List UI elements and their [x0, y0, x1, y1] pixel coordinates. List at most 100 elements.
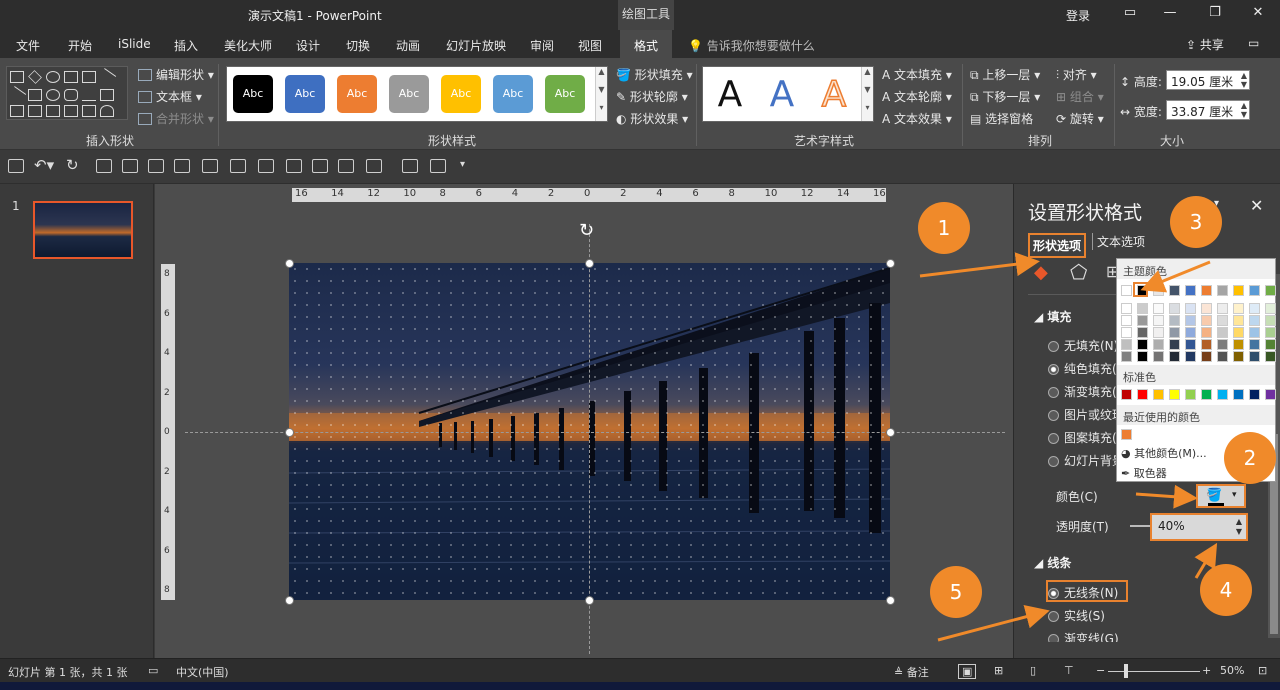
- left-arrow-shape-icon[interactable]: [46, 105, 60, 117]
- spellcheck-icon[interactable]: ▭: [148, 664, 158, 677]
- triangle-shape-icon[interactable]: [82, 89, 96, 101]
- redo-icon[interactable]: ↻: [66, 156, 79, 174]
- style-swatch-blue[interactable]: Abc: [285, 75, 325, 113]
- normal-view-icon[interactable]: ▣: [958, 664, 977, 679]
- star-shape-icon[interactable]: [82, 105, 96, 117]
- theme-color-shade-swatch[interactable]: [1249, 351, 1260, 362]
- theme-color-shade-swatch[interactable]: [1233, 351, 1244, 362]
- wordart-scroll[interactable]: ▲ ▼ ▾: [861, 67, 873, 121]
- theme-color-shade-swatch[interactable]: [1137, 339, 1148, 350]
- group-button[interactable]: ⊞ 组合 ▾: [1056, 88, 1104, 105]
- shape-outline-button[interactable]: ✎ 形状轮廓 ▾: [616, 88, 688, 105]
- theme-color-shade-swatch[interactable]: [1265, 315, 1276, 326]
- spin-arrows-icon[interactable]: ▲ ▼: [1236, 517, 1242, 537]
- radio-icon[interactable]: [1048, 611, 1059, 622]
- theme-color-shade-swatch[interactable]: [1265, 303, 1276, 314]
- theme-color-shade-swatch[interactable]: [1121, 339, 1132, 350]
- theme-color-swatch[interactable]: [1233, 285, 1244, 296]
- standard-color-swatch[interactable]: [1185, 389, 1196, 400]
- more-colors-item[interactable]: ◕ 其他颜色(M)...: [1121, 445, 1207, 461]
- radio-icon[interactable]: [1048, 433, 1059, 444]
- wordart-black[interactable]: A: [705, 71, 755, 119]
- zoom-slider[interactable]: [1108, 671, 1200, 672]
- theme-color-shade-swatch[interactable]: [1217, 327, 1228, 338]
- standard-color-swatch[interactable]: [1201, 389, 1212, 400]
- tab-text-options[interactable]: 文本选项: [1092, 233, 1145, 250]
- qat-tool-10-icon[interactable]: [338, 159, 354, 173]
- right-arrow-shape-icon[interactable]: [28, 105, 42, 117]
- radio-icon[interactable]: [1048, 410, 1059, 421]
- rounded-rect-shape-icon[interactable]: [64, 89, 78, 101]
- close-icon[interactable]: ✕: [1248, 5, 1268, 23]
- theme-color-shade-swatch[interactable]: [1185, 315, 1196, 326]
- qat-tool-13-icon[interactable]: [430, 159, 446, 173]
- comment-icon[interactable]: ▭: [1248, 36, 1259, 50]
- theme-color-shade-swatch[interactable]: [1169, 339, 1180, 350]
- standard-color-swatch[interactable]: [1137, 389, 1148, 400]
- recent-color-swatch[interactable]: [1121, 429, 1132, 440]
- merge-shapes-button[interactable]: 合并形状 ▾: [138, 110, 214, 127]
- style-swatch-green[interactable]: Abc: [545, 75, 585, 113]
- theme-color-shade-swatch[interactable]: [1233, 327, 1244, 338]
- theme-color-shade-swatch[interactable]: [1185, 339, 1196, 350]
- text-fill-button[interactable]: A 文本填充 ▾: [882, 66, 952, 83]
- wordart-gallery[interactable]: A A A ▲ ▼ ▾: [702, 66, 874, 122]
- rotate-button[interactable]: ⟳ 旋转 ▾: [1056, 110, 1104, 127]
- reading-view-icon[interactable]: ▯: [1030, 664, 1036, 677]
- customize-qat-icon[interactable]: ▾: [460, 159, 465, 170]
- line-section-header[interactable]: ◢ 线条: [1034, 554, 1071, 571]
- vertical-textbox-shape-icon[interactable]: [82, 71, 96, 83]
- theme-color-shade-swatch[interactable]: [1153, 303, 1164, 314]
- theme-color-shade-swatch[interactable]: [1201, 339, 1212, 350]
- theme-color-shade-swatch[interactable]: [1217, 303, 1228, 314]
- qat-tool-2-icon[interactable]: [122, 159, 138, 173]
- text-box-button[interactable]: 文本框 ▾: [138, 88, 202, 105]
- undo-icon[interactable]: ↶▾: [34, 156, 54, 174]
- theme-color-shade-swatch[interactable]: [1137, 351, 1148, 362]
- maximize-icon[interactable]: ❐: [1205, 5, 1225, 23]
- horizontal-guide[interactable]: [185, 432, 1005, 433]
- fill-color-button[interactable]: 🪣 ▾: [1196, 484, 1246, 508]
- edit-shape-button[interactable]: 编辑形状 ▾: [138, 66, 214, 83]
- arrow-line-shape-icon[interactable]: [7, 86, 27, 104]
- radio-icon[interactable]: [1048, 387, 1059, 398]
- theme-color-shade-swatch[interactable]: [1217, 315, 1228, 326]
- width-input[interactable]: 33.87 厘米 ▲ ▼: [1166, 100, 1250, 120]
- selection-pane-button[interactable]: ▤ 选择窗格: [970, 110, 1033, 127]
- callout-shape-icon[interactable]: [10, 71, 24, 83]
- pane-close-icon[interactable]: ✕: [1250, 196, 1263, 215]
- theme-color-shade-swatch[interactable]: [1233, 315, 1244, 326]
- theme-color-shade-swatch[interactable]: [1185, 327, 1196, 338]
- theme-color-shade-swatch[interactable]: [1265, 351, 1276, 362]
- theme-color-shade-swatch[interactable]: [1201, 303, 1212, 314]
- theme-color-shade-swatch[interactable]: [1185, 351, 1196, 362]
- shape-styles-gallery[interactable]: Abc Abc Abc Abc Abc Abc Abc ▲ ▼ ▾: [226, 66, 608, 122]
- vertical-guide[interactable]: [589, 224, 590, 654]
- shape-fill-button[interactable]: 🪣 形状填充 ▾: [616, 66, 693, 83]
- theme-color-shade-swatch[interactable]: [1249, 339, 1260, 350]
- transparency-input[interactable]: 40% ▲ ▼: [1150, 513, 1248, 541]
- curve-shape-icon[interactable]: [100, 105, 114, 117]
- theme-color-shade-swatch[interactable]: [1153, 351, 1164, 362]
- qat-tool-7-icon[interactable]: [258, 159, 274, 173]
- resize-handle-top[interactable]: [585, 259, 594, 268]
- qat-tool-6-icon[interactable]: [230, 159, 246, 173]
- tab-format[interactable]: 格式: [620, 30, 673, 60]
- qat-tool-5-icon[interactable]: [202, 159, 218, 173]
- bring-forward-button[interactable]: ⧉ 上移一层 ▾: [970, 66, 1040, 83]
- spin-arrows-icon[interactable]: ▲ ▼: [1241, 101, 1247, 119]
- theme-color-shade-swatch[interactable]: [1233, 303, 1244, 314]
- standard-color-swatch[interactable]: [1265, 389, 1276, 400]
- qat-tool-4-icon[interactable]: [174, 159, 190, 173]
- radio-icon[interactable]: [1048, 456, 1059, 467]
- theme-color-shade-swatch[interactable]: [1217, 351, 1228, 362]
- standard-color-swatch[interactable]: [1169, 389, 1180, 400]
- theme-color-swatch[interactable]: [1249, 285, 1260, 296]
- tab-view[interactable]: 视图: [578, 37, 602, 54]
- theme-color-swatch[interactable]: [1169, 285, 1180, 296]
- oval-shape-icon[interactable]: [46, 71, 60, 83]
- minimize-icon[interactable]: —: [1160, 5, 1180, 23]
- notes-button[interactable]: ≜ 备注: [894, 664, 929, 680]
- tab-review[interactable]: 审阅: [530, 37, 554, 54]
- qat-tool-3-icon[interactable]: [148, 159, 164, 173]
